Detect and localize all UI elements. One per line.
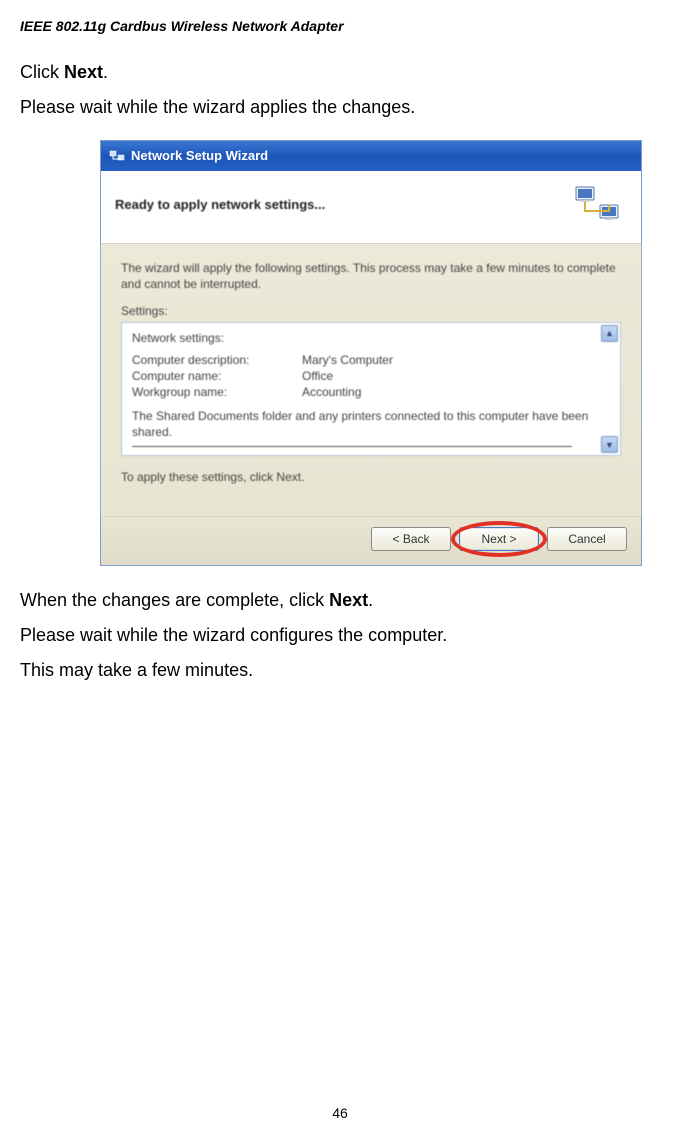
settings-box: ▲ ▼ Network settings: Computer descripti…: [121, 322, 621, 456]
row-label: Workgroup name:: [132, 385, 302, 399]
divider: [132, 446, 572, 447]
document-header: IEEE 802.11g Cardbus Wireless Network Ad…: [20, 18, 660, 34]
apply-hint: To apply these settings, click Next.: [121, 470, 621, 484]
settings-row: Workgroup name: Accounting: [132, 385, 610, 399]
wizard-window: Network Setup Wizard Ready to apply netw…: [100, 140, 642, 567]
wizard-screenshot: Network Setup Wizard Ready to apply netw…: [100, 140, 660, 567]
settings-row: Computer description: Mary's Computer: [132, 353, 610, 367]
next-button-highlight: Next >: [459, 527, 539, 551]
row-label: Computer description:: [132, 353, 302, 367]
text-prefix: Click: [20, 62, 64, 82]
wizard-heading: Ready to apply network settings...: [115, 197, 573, 212]
post-instruction-2: Please wait while the wizard configures …: [20, 621, 660, 650]
row-value: Mary's Computer: [302, 353, 393, 367]
wizard-title-text: Network Setup Wizard: [131, 148, 268, 163]
wizard-body: The wizard will apply the following sett…: [101, 244, 641, 517]
text-bold-next: Next: [329, 590, 368, 610]
row-value: Accounting: [302, 385, 361, 399]
settings-heading: Network settings:: [132, 331, 610, 345]
network-setup-icon: [573, 181, 621, 229]
next-button[interactable]: Next >: [459, 527, 539, 551]
instruction-line-1: Click Next.: [20, 58, 660, 87]
text-bold-next: Next: [64, 62, 103, 82]
instruction-line-2: Please wait while the wizard applies the…: [20, 93, 660, 122]
settings-label: Settings:: [121, 304, 621, 318]
text-prefix: When the changes are complete, click: [20, 590, 329, 610]
page-number: 46: [0, 1105, 680, 1121]
post-instruction-3: This may take a few minutes.: [20, 656, 660, 685]
wizard-titlebar: Network Setup Wizard: [101, 141, 641, 171]
text-suffix: .: [103, 62, 108, 82]
cancel-button[interactable]: Cancel: [547, 527, 627, 551]
row-label: Computer name:: [132, 369, 302, 383]
back-button[interactable]: < Back: [371, 527, 451, 551]
shared-note: The Shared Documents folder and any prin…: [132, 409, 610, 440]
network-icon: [109, 148, 125, 164]
text-suffix: .: [368, 590, 373, 610]
settings-row: Computer name: Office: [132, 369, 610, 383]
wizard-button-bar: < Back Next > Cancel: [101, 516, 641, 565]
row-value: Office: [302, 369, 333, 383]
wizard-header: Ready to apply network settings...: [101, 171, 641, 244]
post-instruction-1: When the changes are complete, click Nex…: [20, 586, 660, 615]
wizard-intro: The wizard will apply the following sett…: [121, 260, 621, 292]
